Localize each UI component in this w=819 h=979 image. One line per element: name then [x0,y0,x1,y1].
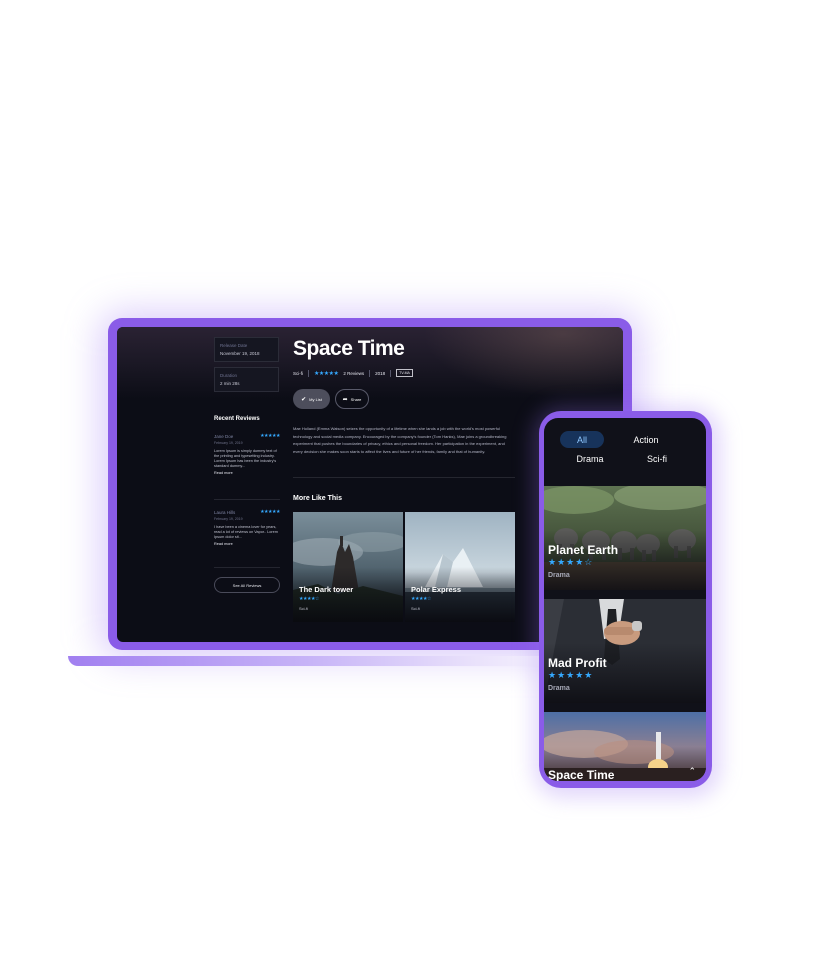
card-shade [293,567,403,622]
my-list-label: My List [309,396,322,402]
tab-all[interactable]: All [560,431,604,448]
card-stars: ★★★★★ [548,670,594,680]
release-date-box: Release Date November 19, 2018 [214,337,279,362]
review-text: Lorem Ipsum is simply dummy text of the … [214,449,277,468]
check-icon: ✔ [301,396,307,403]
duration-label: Duration [220,373,238,378]
meta-divider [390,369,392,377]
review-date: February 19, 2019 [214,517,243,521]
release-date-value: November 19, 2018 [220,351,260,356]
movie-card[interactable]: Polar Express ★★★★☆ Sci-fi [405,512,515,622]
review-divider [214,567,280,568]
review-divider [214,499,280,500]
review-text: I have been a cinema lover for years, re… [214,525,278,539]
review-stars: ★★★★★ [260,509,280,515]
card-shade [405,567,515,622]
movie-card[interactable]: Planet Earth ★★★★☆ Drama [544,486,706,590]
review-author: Laura Hills [214,509,236,515]
recent-reviews-title: Recent Reviews [214,416,260,422]
more-like-this-title: More Like This [293,495,343,502]
card-stars: ★★★★☆ [299,596,319,602]
card-title: Polar Express [411,585,462,594]
card-title: Mad Profit [548,656,607,670]
movie-description: Mae Holland (Emma Watson) seizes the opp… [293,426,507,454]
read-more-link[interactable]: Read more [214,471,280,475]
review-stars: ★★★★★ [260,433,280,439]
review-item: Jane Doe ★★★★★ February 19, 2019 Lorem I… [214,433,280,475]
read-more-link[interactable]: Read more [214,542,280,546]
tab-drama[interactable]: Drama [568,450,612,467]
my-list-button[interactable]: ✔ My List [293,389,330,409]
card-genre: Sci-fi [299,606,308,611]
movie-card[interactable]: Mad Profit ★★★★★ Drama [544,599,706,703]
movie-card[interactable]: Space Time ⌃ [544,712,706,781]
card-genre: Drama [548,685,570,692]
meta-divider [308,369,309,377]
movie-title: Space Time [293,337,405,360]
card-stars: ★★★★☆ [411,596,431,602]
hero-image-overlay [423,327,623,397]
release-date-label: Release Date [220,343,248,348]
card-title: Space Time [548,768,615,781]
card-genre: Sci-fi [411,606,420,611]
share-label: Share [350,396,362,402]
movie-genre: Sci-fi [293,370,303,376]
duration-box: Duration 2 min 28s [214,367,279,392]
review-item: Laura Hills ★★★★★ February 19, 2019 I ha… [214,509,280,546]
see-all-reviews-button[interactable]: See All Reviews [214,577,280,593]
review-date: February 19, 2019 [214,441,243,445]
meta-divider [369,369,371,377]
duration-value: 2 min 28s [220,381,240,386]
card-title: The Dark tower [299,585,354,594]
review-author: Jane Doe [214,433,234,439]
movie-year: 2018 [375,370,386,376]
movie-review-count: 2 Reviews [343,370,365,376]
laptop-base [68,656,608,666]
tab-sci-fi[interactable]: Sci-fi [635,450,679,467]
share-button[interactable]: ➦ Share [335,389,369,409]
chevron-up-icon[interactable]: ⌃ [688,766,696,777]
card-genre: Drama [548,572,570,579]
card-stars: ★★★★☆ [548,557,594,567]
phone-screen: All Action Drama Sci-fi Planet Earth ★★★… [544,418,706,781]
movie-rating-badge: TV-MA [396,369,413,377]
movie-stars: ★★★★★ [314,370,339,377]
card-title: Planet Earth [548,543,619,557]
movie-card[interactable]: The Dark tower ★★★★☆ Sci-fi [293,512,403,622]
section-divider [293,477,515,478]
tab-action[interactable]: Action [624,431,668,448]
movie-meta-row: Sci-fi ★★★★★ 2 Reviews 2018 TV-MA [293,369,413,377]
share-icon: ➦ [342,396,348,403]
